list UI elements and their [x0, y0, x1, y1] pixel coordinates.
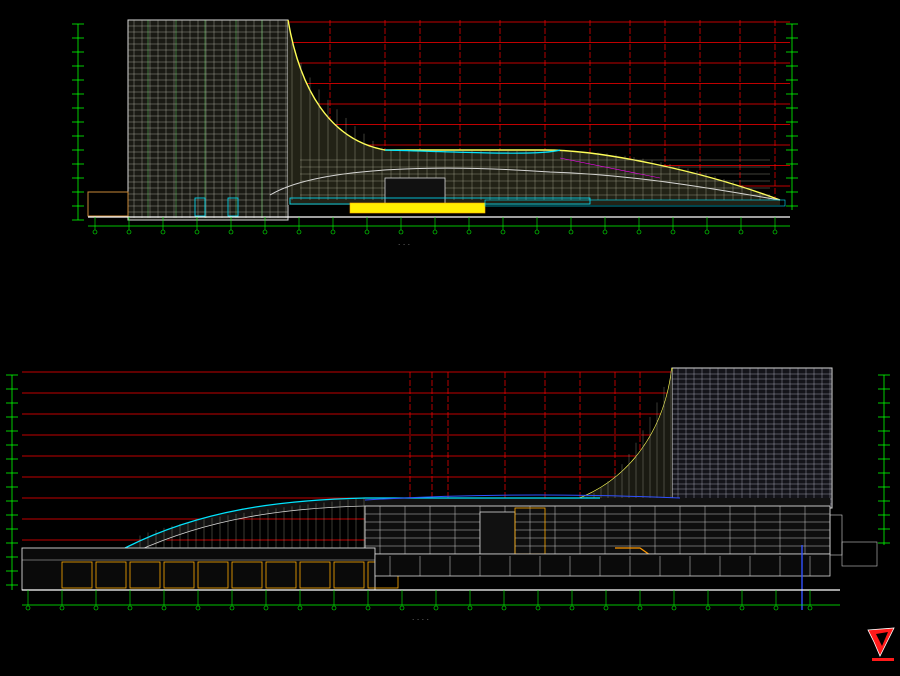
upper-curved-roof	[269, 19, 781, 205]
cad-drawing-canvas	[6, 19, 895, 661]
lower-right-level-scale	[878, 374, 890, 545]
upper-elevation-caption: - - -	[398, 242, 411, 247]
lower-elevation-caption: - - - -	[412, 617, 429, 622]
lower-tower-facade	[574, 367, 833, 509]
upper-elevation	[72, 19, 798, 235]
lower-left-level-scale	[6, 374, 18, 590]
lower-elevation	[6, 367, 890, 611]
upper-tower-facade	[127, 19, 289, 221]
lower-basement-parking	[21, 545, 831, 610]
upper-left-level-scale	[72, 23, 84, 221]
red-stamp-logo-icon	[867, 627, 895, 661]
upper-right-level-scale	[786, 23, 798, 210]
lower-ground-line	[22, 589, 840, 611]
